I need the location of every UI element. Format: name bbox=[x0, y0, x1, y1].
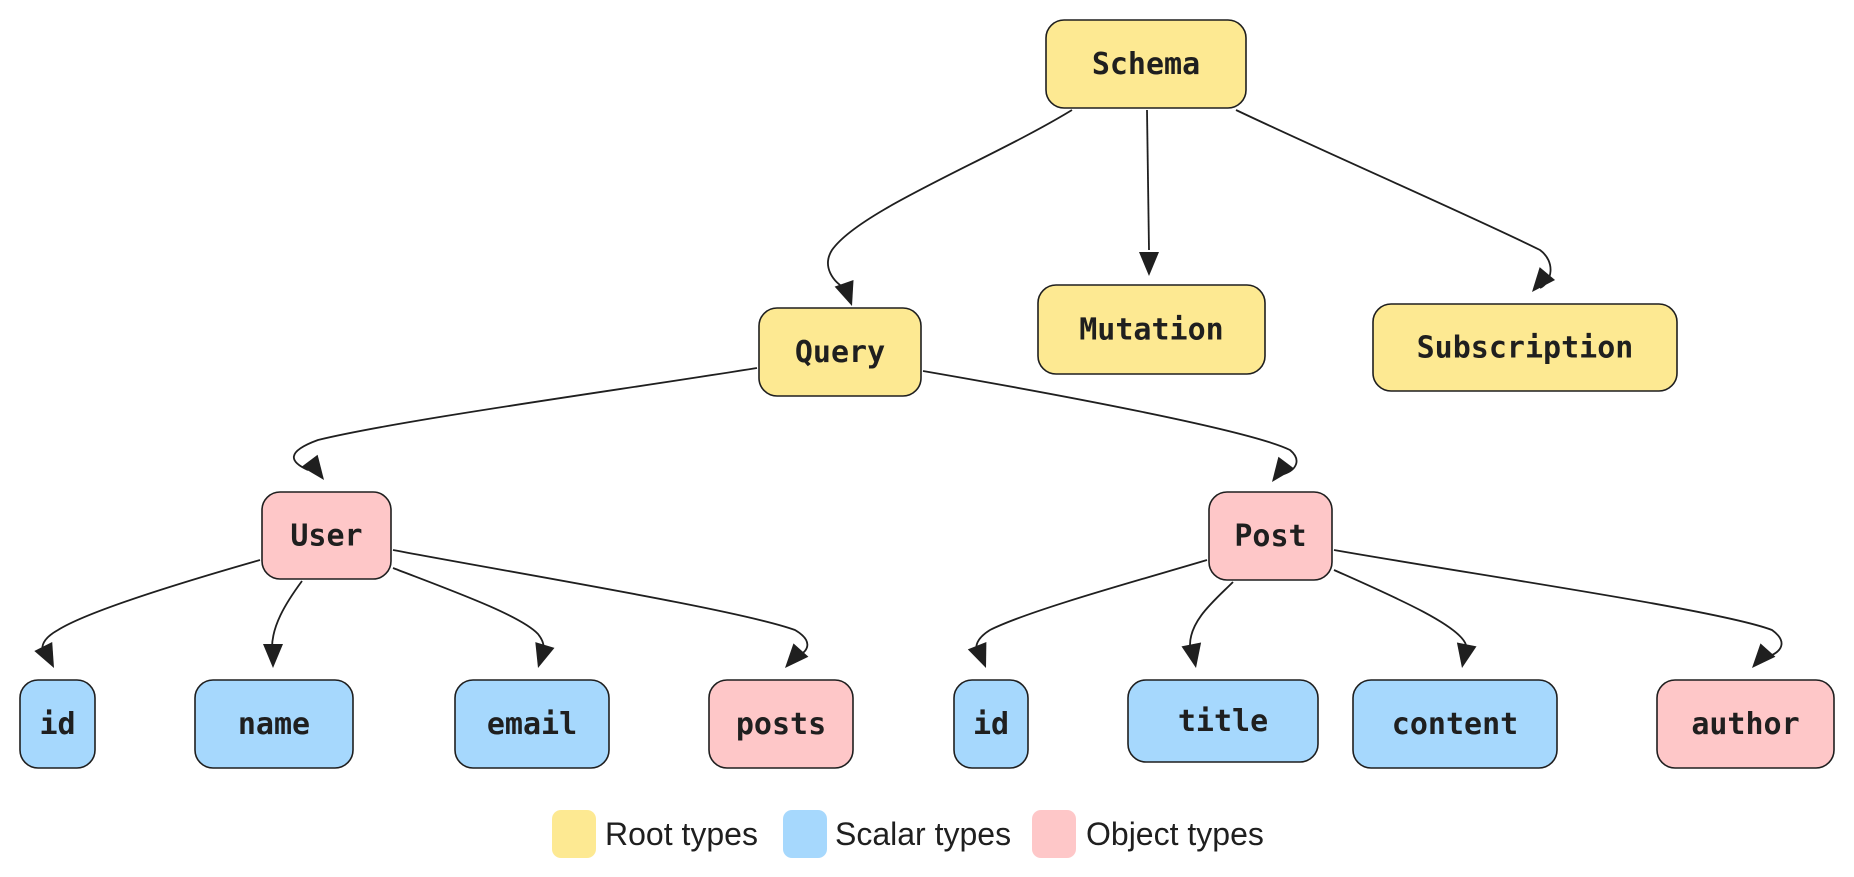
node-label: posts bbox=[736, 707, 826, 742]
node-label: id bbox=[39, 707, 75, 742]
legend-label: Object types bbox=[1086, 816, 1264, 852]
node-post-id[interactable]: id bbox=[953, 679, 1029, 769]
node-user-email[interactable]: email bbox=[454, 679, 610, 769]
edge-line bbox=[271, 580, 303, 649]
arrowhead-icon bbox=[263, 644, 283, 668]
node-label: Schema bbox=[1092, 47, 1200, 82]
arrowhead-icon bbox=[785, 643, 809, 668]
arrowhead-icon bbox=[1181, 642, 1202, 668]
edge-line bbox=[41, 559, 261, 657]
edge-query-to-post bbox=[922, 370, 1298, 482]
node-label: content bbox=[1392, 707, 1518, 742]
arrowhead-icon bbox=[1272, 456, 1295, 482]
edge-line bbox=[1333, 569, 1467, 646]
arrowhead-icon bbox=[34, 642, 54, 668]
node-label: id bbox=[973, 707, 1009, 742]
node-label: author bbox=[1691, 707, 1799, 742]
node-post-title[interactable]: title bbox=[1127, 679, 1319, 763]
node-post[interactable]: Post bbox=[1208, 491, 1333, 581]
node-label: name bbox=[238, 707, 310, 742]
legend-item-object: Object types bbox=[1032, 810, 1264, 858]
node-mutation[interactable]: Mutation bbox=[1037, 284, 1266, 375]
edge-line bbox=[922, 370, 1298, 475]
edge-post-to-post_author bbox=[1333, 549, 1783, 668]
edge-user-to-user_id bbox=[34, 559, 261, 668]
legend-swatch bbox=[1032, 810, 1076, 858]
edge-line bbox=[975, 559, 1208, 657]
node-user-name[interactable]: name bbox=[194, 679, 354, 769]
arrowhead-icon bbox=[1532, 267, 1556, 292]
edge-user-to-user_email bbox=[392, 567, 555, 668]
legend-swatch bbox=[783, 810, 827, 858]
arrowhead-icon bbox=[301, 454, 324, 480]
schema-diagram: Schema Query Mutation Subscription User Post i… bbox=[19, 19, 1835, 858]
edge-line bbox=[392, 567, 545, 657]
edge-line bbox=[392, 549, 809, 657]
node-subscription[interactable]: Subscription bbox=[1372, 303, 1678, 392]
legend: Root types Scalar types Object types bbox=[552, 810, 1264, 858]
legend-swatch bbox=[552, 810, 596, 858]
node-label: Subscription bbox=[1417, 331, 1634, 366]
node-label: User bbox=[290, 519, 362, 554]
edge-schema-to-mutation bbox=[1139, 109, 1159, 276]
node-schema[interactable]: Schema bbox=[1045, 19, 1247, 109]
node-label: Query bbox=[795, 335, 885, 370]
node-label: Post bbox=[1234, 519, 1306, 554]
node-user-posts[interactable]: posts bbox=[708, 679, 854, 769]
edge-line bbox=[1235, 109, 1552, 289]
legend-label: Root types bbox=[605, 816, 758, 852]
edge-line bbox=[1189, 581, 1234, 646]
edge-user-to-user_name bbox=[263, 580, 303, 668]
node-label: email bbox=[487, 707, 577, 742]
legend-item-scalar: Scalar types bbox=[783, 810, 1011, 858]
arrowhead-icon bbox=[1752, 643, 1776, 668]
edge-line bbox=[1333, 549, 1783, 657]
node-label: Mutation bbox=[1079, 313, 1224, 348]
edge-line bbox=[293, 367, 758, 471]
edge-schema-to-query bbox=[827, 109, 1073, 306]
legend-label: Scalar types bbox=[835, 816, 1011, 852]
arrowhead-icon bbox=[967, 642, 987, 668]
node-post-author[interactable]: author bbox=[1656, 679, 1835, 769]
node-user-id[interactable]: id bbox=[19, 679, 96, 769]
edge-line bbox=[827, 109, 1073, 291]
node-user[interactable]: User bbox=[261, 491, 392, 580]
nodes-layer: Schema Query Mutation Subscription User Post i… bbox=[19, 19, 1835, 769]
edge-post-to-post_content bbox=[1333, 569, 1477, 668]
edge-post-to-post_title bbox=[1181, 581, 1234, 668]
edge-user-to-user_posts bbox=[392, 549, 809, 668]
arrowhead-icon bbox=[1456, 642, 1477, 668]
edge-post-to-post_id bbox=[967, 559, 1208, 668]
node-query[interactable]: Query bbox=[758, 307, 922, 397]
arrowhead-icon bbox=[535, 642, 555, 668]
edge-line bbox=[1146, 109, 1150, 251]
node-label: title bbox=[1178, 704, 1268, 739]
edge-schema-to-subscription bbox=[1235, 109, 1556, 292]
node-post-content[interactable]: content bbox=[1352, 679, 1558, 769]
arrowhead-icon bbox=[1139, 252, 1159, 276]
legend-item-root: Root types bbox=[552, 810, 758, 858]
edge-query-to-user bbox=[293, 367, 758, 480]
